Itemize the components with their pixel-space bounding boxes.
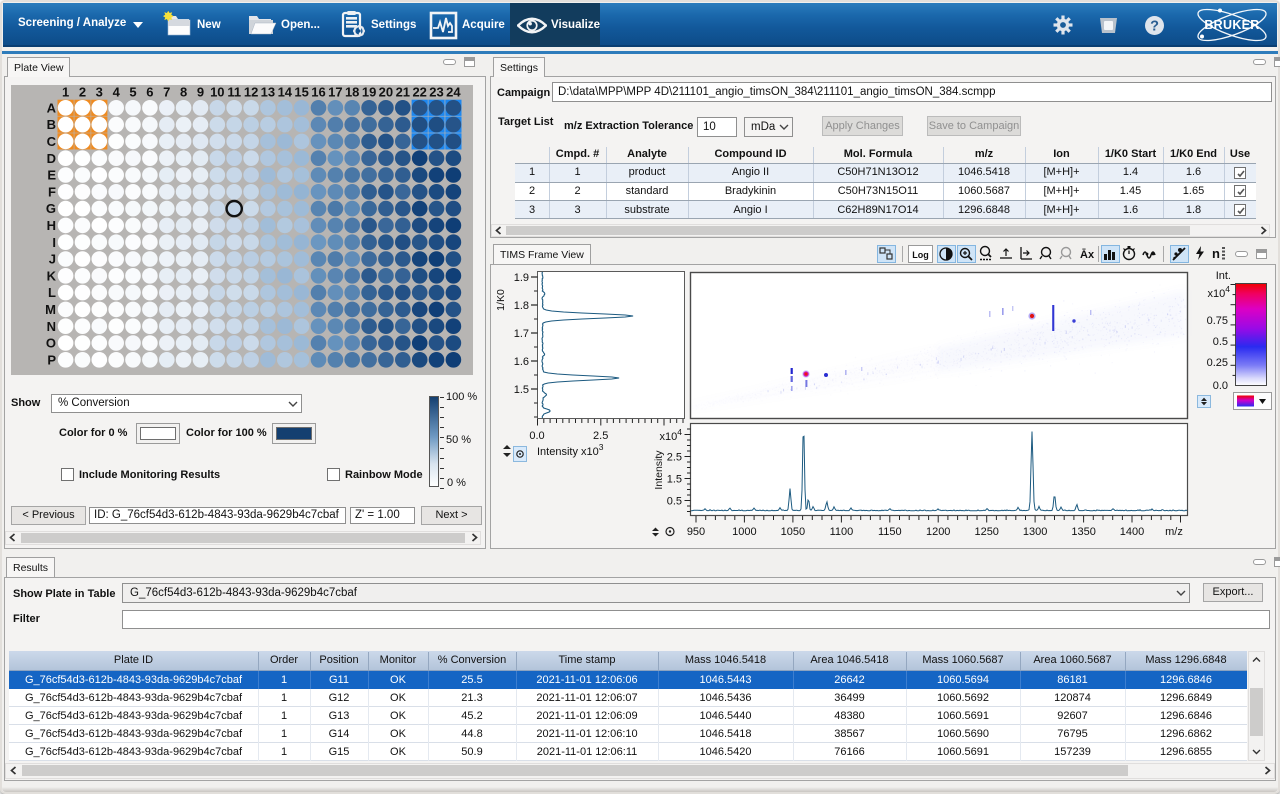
svg-text:BRUKER: BRUKER — [1204, 18, 1259, 32]
svg-text:?: ? — [1150, 19, 1159, 35]
